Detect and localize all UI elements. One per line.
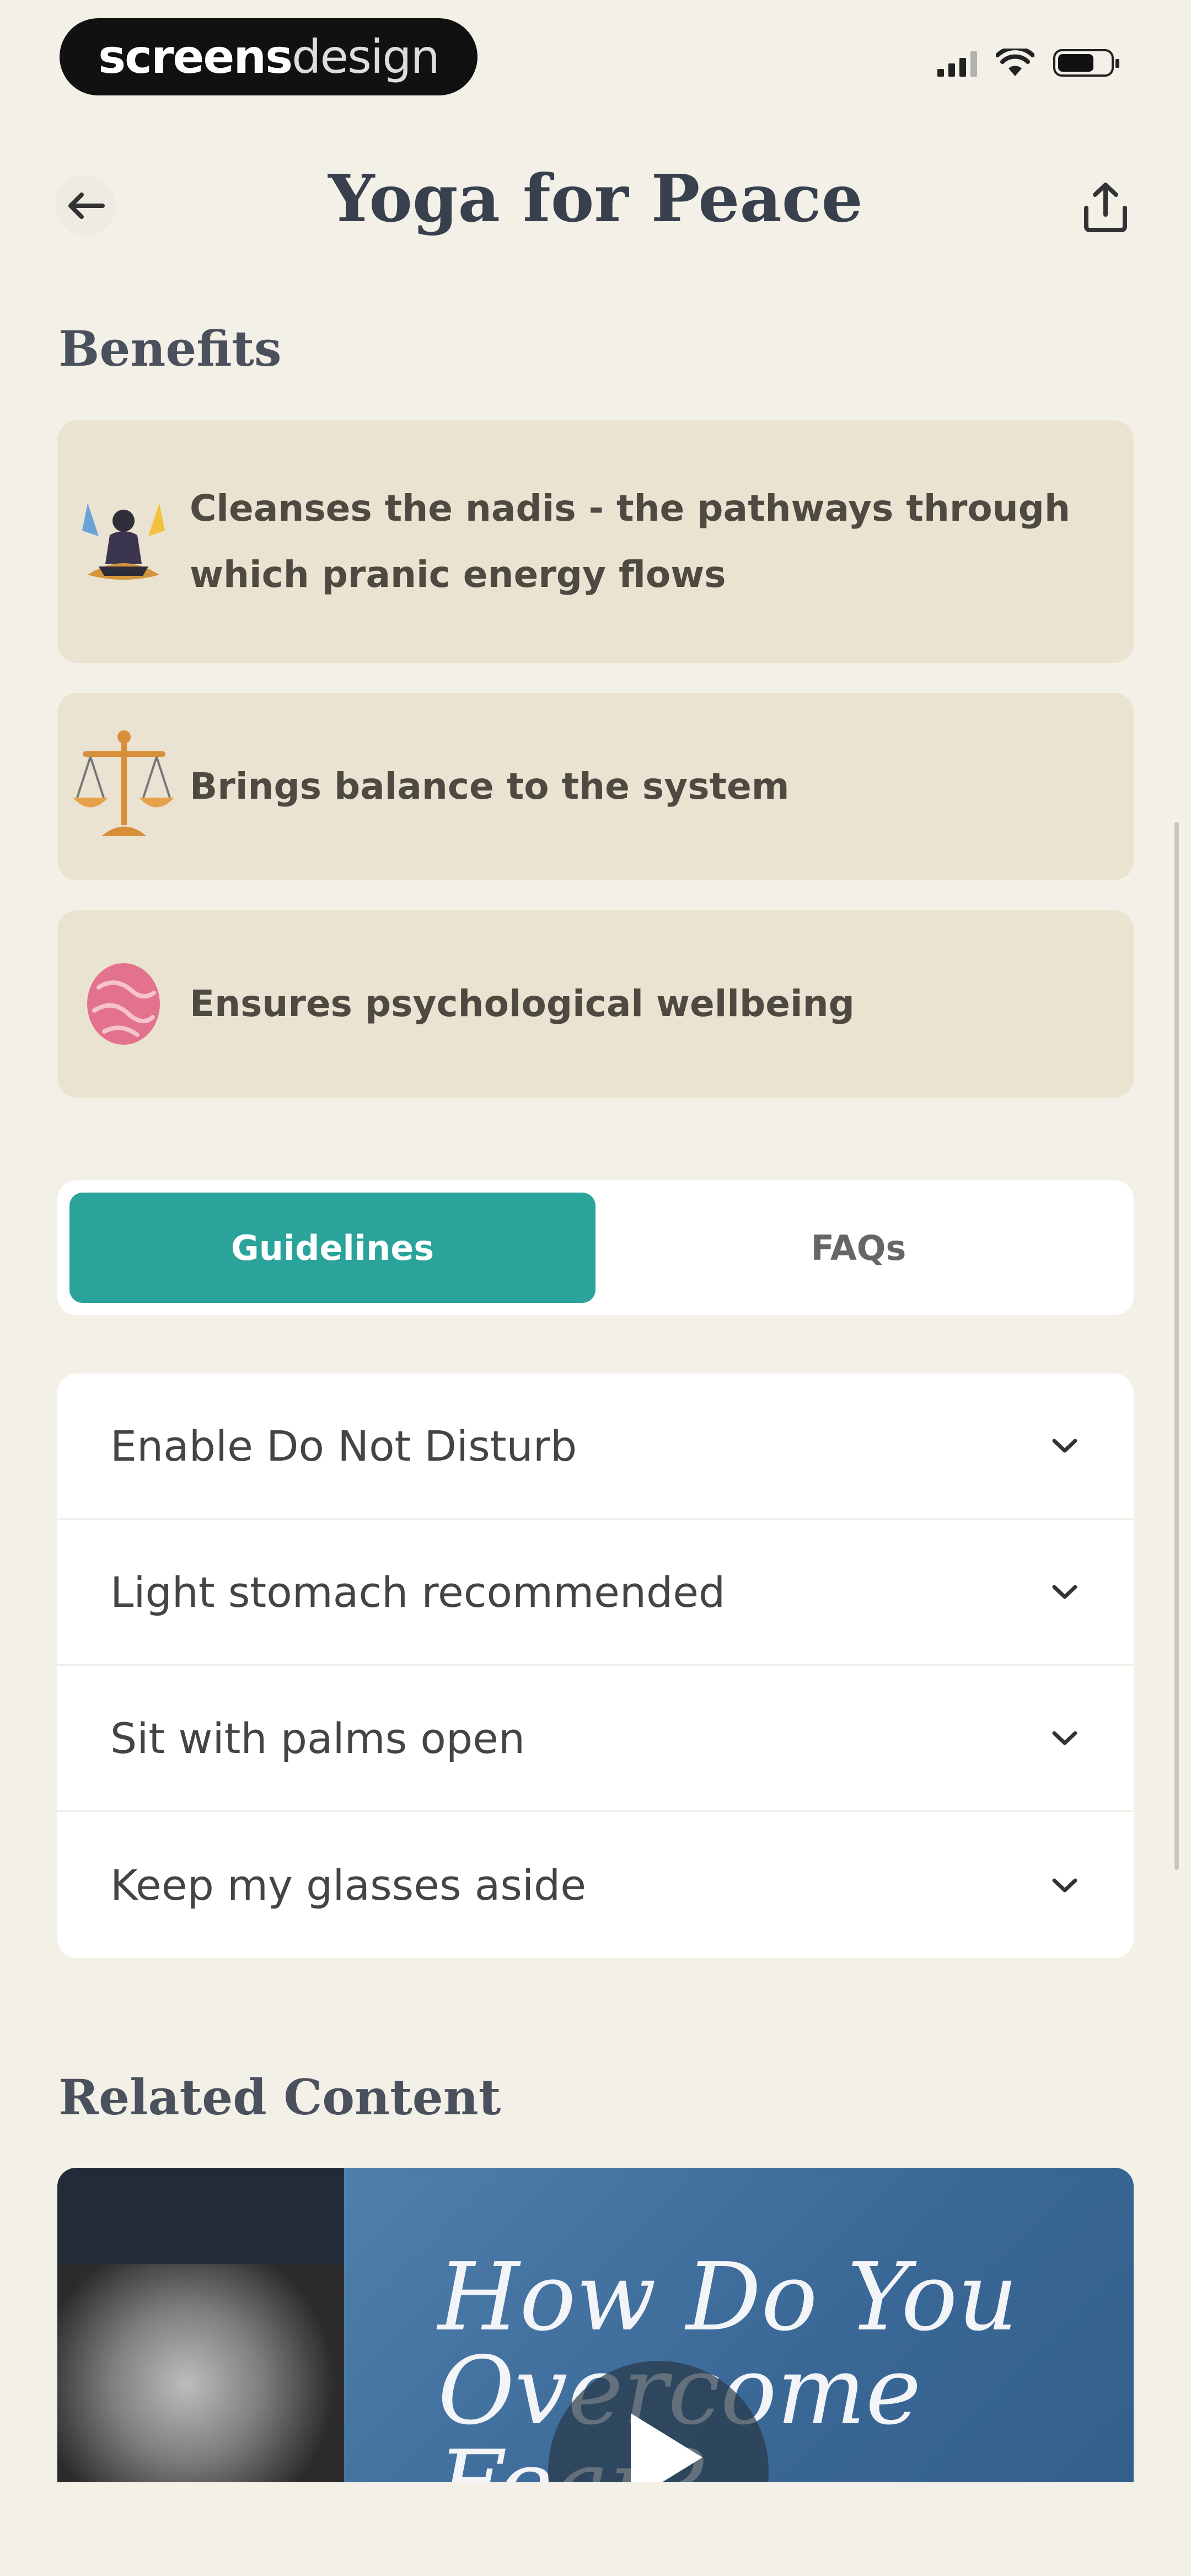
chevron-down-icon xyxy=(1052,1878,1077,1892)
tab-guidelines[interactable]: Guidelines xyxy=(69,1193,596,1303)
status-icons xyxy=(937,49,1119,77)
signal-icon xyxy=(937,49,977,77)
list-item[interactable]: Light stomach recommended xyxy=(57,1520,1134,1666)
video-title-line1: How Do You xyxy=(438,2243,1018,2352)
benefit-card-wellbeing: Ensures psychological wellbeing xyxy=(57,910,1134,1098)
brain-icon xyxy=(57,960,190,1048)
benefits-heading: Benefits xyxy=(58,320,282,377)
watermark-light: design xyxy=(292,30,440,84)
benefit-text: Ensures psychological wellbeing xyxy=(190,982,855,1025)
list-item-label: Light stomach recommended xyxy=(110,1567,726,1617)
page-title: Yoga for Peace xyxy=(328,160,863,237)
watermark-bold: screens xyxy=(98,30,293,84)
tab-faqs[interactable]: FAQs xyxy=(596,1193,1122,1303)
share-icon xyxy=(1084,183,1127,232)
video-thumbnail-strip xyxy=(57,2168,344,2482)
video-title-line2: Overcome Fear? xyxy=(438,2344,1134,2482)
guidelines-faqs-toggle: Guidelines FAQs xyxy=(57,1180,1134,1315)
meditation-icon xyxy=(57,487,190,597)
related-video-card[interactable]: How Do You Overcome Fear? xyxy=(57,2168,1134,2482)
guidelines-list: Enable Do Not Disturb Light stomach reco… xyxy=(57,1373,1134,1958)
share-button[interactable] xyxy=(1075,177,1136,237)
screensdesign-watermark: screens design xyxy=(60,18,478,95)
list-item-label: Sit with palms open xyxy=(110,1713,525,1763)
list-item[interactable]: Sit with palms open xyxy=(57,1666,1134,1812)
video-title: How Do You Overcome Fear? xyxy=(438,2251,1134,2482)
related-content-heading: Related Content xyxy=(58,2069,501,2126)
benefit-card-nadis: Cleanses the nadis - the pathways throug… xyxy=(57,420,1134,663)
benefit-card-balance: Brings balance to the system xyxy=(57,693,1134,880)
chevron-down-icon xyxy=(1052,1439,1077,1453)
wifi-icon xyxy=(996,49,1034,76)
benefit-text-line2: which pranic energy flows xyxy=(190,553,726,596)
chevron-down-icon xyxy=(1052,1585,1077,1599)
scales-icon xyxy=(57,726,190,847)
benefit-text-line1: Cleanses the nadis - the pathways throug… xyxy=(190,487,1070,530)
list-item[interactable]: Keep my glasses aside xyxy=(57,1812,1134,1958)
benefit-text: Brings balance to the system xyxy=(190,765,790,808)
scrollbar[interactable] xyxy=(1174,822,1179,1870)
face-image xyxy=(57,2264,344,2482)
list-item[interactable]: Enable Do Not Disturb xyxy=(57,1373,1134,1520)
list-item-label: Enable Do Not Disturb xyxy=(110,1421,577,1471)
list-item-label: Keep my glasses aside xyxy=(110,1861,587,1910)
chevron-down-icon xyxy=(1052,1731,1077,1745)
battery-icon xyxy=(1053,49,1119,77)
